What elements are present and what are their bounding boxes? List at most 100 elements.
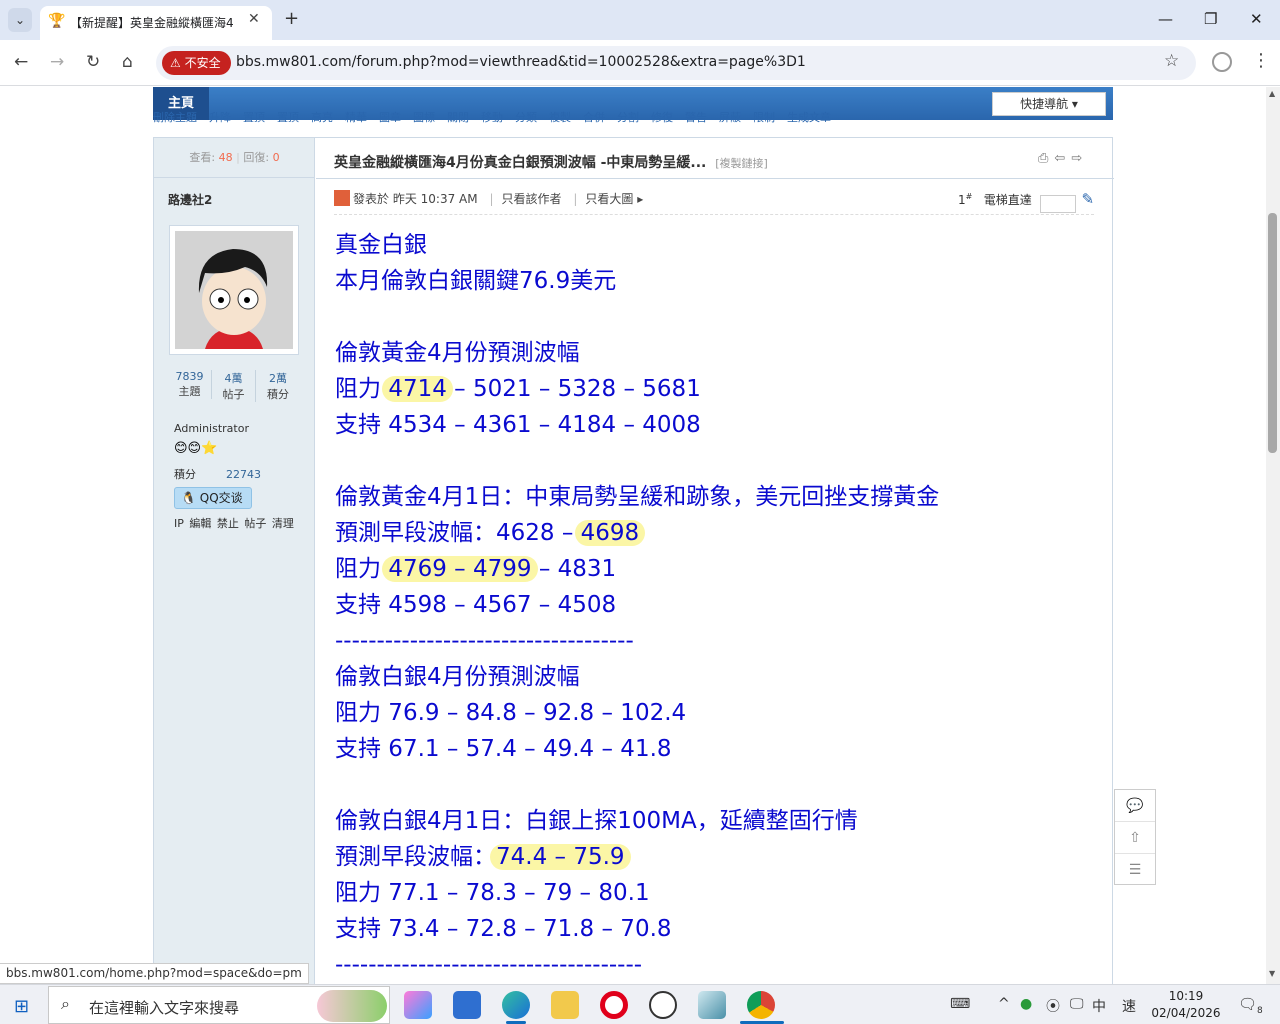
user-rank: Administrator [174,422,249,435]
edge-icon[interactable] [502,991,530,1019]
next-thread-icon[interactable]: ⇨ [1071,151,1088,166]
nav-mod-link[interactable]: 圖標 [413,111,435,123]
nav-mod-link[interactable]: 屏蔽 [719,111,741,123]
highlighted-value: 4698 [574,520,646,546]
nav-mod-link[interactable]: 刪除主題 [153,111,197,123]
address-bar[interactable]: ⚠ 不安全 bbs.mw801.com/forum.php?mod=viewth… [156,46,1196,80]
floor-number: 1 [958,193,966,207]
nav-mod-link[interactable]: 限制 [753,111,775,123]
scroll-thumb[interactable] [1268,213,1277,453]
avatar-image [175,231,293,349]
insecure-badge[interactable]: ⚠ 不安全 [162,51,231,75]
nav-mod-link[interactable]: 生成文章 [787,111,831,123]
count-1[interactable]: 4萬 帖子 [212,370,256,402]
profile-icon[interactable] [1212,52,1232,72]
avatar[interactable] [169,225,299,355]
floor-jump-input[interactable] [1039,194,1076,213]
post-line: 阻力 4714 – 5021 – 5328 – 5681 [335,371,939,407]
chat-icon[interactable] [649,991,677,1019]
nav-mod-link[interactable]: 升降 [209,111,231,123]
speed-indicator[interactable]: 速 [1122,996,1136,1016]
jump-pen-icon[interactable]: ✎ [1081,190,1094,208]
keyboard-icon[interactable]: ⌨ [950,996,970,1012]
ime-indicator[interactable]: 中 [1092,996,1106,1016]
list-icon[interactable]: ☰ [1115,854,1155,886]
home-icon[interactable]: ⌂ [122,52,133,72]
author-sidebar: 查看: 48 | 回復: 0 路邊社2 7839 主題 4萬 帖子 2萬 積分 … [154,138,315,984]
clock[interactable]: 10:19 02/04/2026 [1150,988,1222,1022]
post-body: 真金白銀 本月倫敦白銀關鍵76.9美元 倫敦黃金4月份預測波幅 阻力 4714 – 5… [335,227,939,983]
web-page: 主頁 刪除主題 升降 置頂 置頂 高亮 精華 圖章 圖標 關閉 移動 分類 複製 合併 分割 修復 警告 屏蔽限… [0,87,1266,984]
copilot-icon[interactable] [404,991,432,1019]
count-0[interactable]: 7839 主題 [168,370,212,399]
score-row: 積分 22743 [174,468,261,481]
print-icon[interactable]: ⎙ [1038,151,1054,166]
link-status-bar: bbs.mw801.com/home.php?mod=space&do=pm [0,963,309,984]
forward-icon[interactable]: → [50,52,64,72]
back-icon[interactable]: ← [14,52,28,72]
tray-app-icon[interactable]: ● [1020,996,1032,1012]
browser-tab[interactable]: 🏆 【新提醒】英皇金融縱橫匯海4 ✕ [40,6,272,40]
qq-chat-button[interactable]: 🐧 QQ交谈 [174,487,252,509]
nav-mod-link[interactable]: 精華 [345,111,367,123]
replies-count: 0 [272,151,280,164]
notification-icon[interactable]: 🗨8 [1238,995,1263,1016]
network-icon[interactable]: 🖵 [1070,996,1084,1012]
quick-nav-button[interactable]: 快捷導航 ▾ [992,92,1106,116]
only-author-link[interactable]: 只看該作者 [502,192,562,206]
count-2[interactable]: 2萬 積分 [256,370,300,402]
nav-mod-link[interactable]: 置頂 [243,111,265,123]
nav-mod-link[interactable]: 高亮 [311,111,333,123]
search-icon: ⌕ [61,994,70,1013]
scroll-down-icon[interactable]: ▼ [1269,969,1275,978]
tray-chevron-icon[interactable]: ^ [998,996,1010,1012]
reload-icon[interactable]: ↻ [86,52,100,72]
back-to-top-icon[interactable]: ⇧ [1115,822,1155,854]
store-icon[interactable] [453,991,481,1019]
author-name[interactable]: 路邊社2 [168,191,212,208]
nav-mod-link[interactable]: 分類 [515,111,537,123]
copy-link[interactable]: [複製鏈接] [715,157,768,170]
prev-thread-icon[interactable]: ⇦ [1054,151,1071,166]
app-icon[interactable] [698,991,726,1019]
nav-mod-link[interactable]: 警告 [685,111,707,123]
restore-button[interactable]: ❐ [1204,10,1217,28]
post-line: 阻力 4769 – 4799 – 4831 [335,551,939,587]
url-text[interactable]: bbs.mw801.com/forum.php?mod=viewthread&t… [236,54,806,70]
reply-bubble-icon[interactable]: 💬 [1115,790,1155,822]
close-window-button[interactable]: ✕ [1250,10,1263,28]
new-tab-button[interactable]: + [284,8,299,29]
file-explorer-icon[interactable] [551,991,579,1019]
thread-title: 英皇金融縱橫匯海4月份真金白銀預測波幅 -中東局勢呈緩... [334,155,707,171]
nav-mod-link[interactable]: 移動 [481,111,503,123]
nav-mod-link[interactable]: 關閉 [447,111,469,123]
scroll-up-icon[interactable]: ▲ [1269,89,1275,98]
close-tab-icon[interactable]: ✕ [248,11,260,27]
browser-toolbar: ← → ↻ ⌂ ⚠ 不安全 bbs.mw801.com/forum.php?mo… [0,40,1280,86]
tray-meet-icon[interactable]: ⦿ [1046,996,1060,1016]
chrome-icon[interactable] [747,991,775,1019]
nav-mod-link[interactable]: 分割 [617,111,639,123]
opera-icon[interactable] [600,991,628,1019]
taskbar-search[interactable]: ⌕ 在這裡輸入文字來搜尋 [48,986,390,1024]
highlighted-value: 74.4 – 75.9 [490,844,631,870]
minimize-button[interactable]: — [1158,10,1173,28]
admin-links[interactable]: IP 編輯 禁止 帖子 清理 [174,515,294,531]
nav-mod-link[interactable]: 複製 [549,111,571,123]
bookmark-star-icon[interactable]: ☆ [1164,51,1179,71]
menu-dots-icon[interactable]: ⋮ [1252,50,1270,71]
tab-strip: ⌄ 🏆 【新提醒】英皇金融縱橫匯海4 ✕ + — ❐ ✕ [0,0,1280,40]
only-big-link[interactable]: 只看大圖 [585,192,633,206]
nav-mod-link[interactable]: 修復 [651,111,673,123]
author-icon [334,190,350,206]
nav-mod-link[interactable]: 置頂 [277,111,299,123]
divider [316,178,1114,179]
windows-start-icon[interactable]: ⊞ [14,996,29,1017]
page-scrollbar[interactable]: ▲ ▼ [1266,87,1280,984]
nav-mod-link[interactable]: 圖章 [379,111,401,123]
tab-search-button[interactable]: ⌄ [8,8,32,32]
dashed-divider [334,214,1094,215]
nav-mod-link[interactable]: 合併 [583,111,605,123]
line-segment: 預測早段波幅： [335,844,496,870]
